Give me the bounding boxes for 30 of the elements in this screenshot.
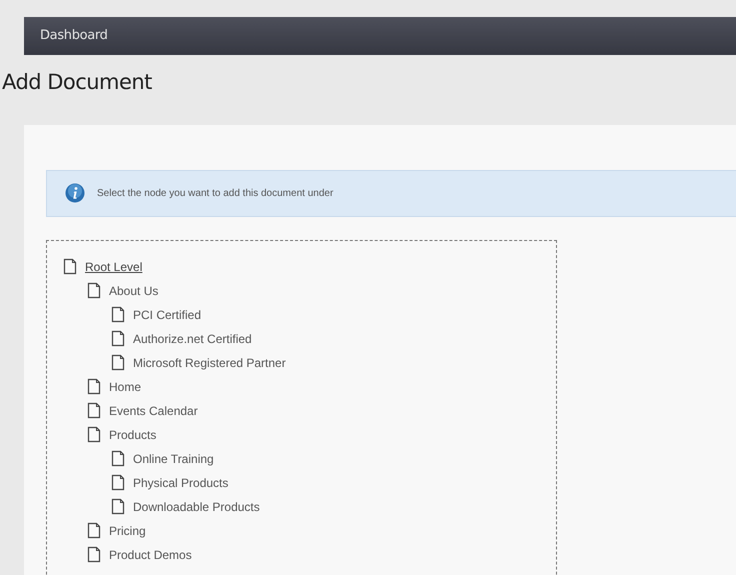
document-icon [87,546,101,563]
document-icon [87,522,101,539]
tree-node-link[interactable]: Downloadable Products [133,498,260,516]
document-icon [87,402,101,419]
info-message: Select the node you want to add this document under [97,186,334,200]
document-icon [111,306,125,323]
document-icon [87,426,101,443]
tree-node-link[interactable]: Root Level [85,258,142,276]
document-icon [111,474,125,491]
tree-node-link[interactable]: Microsoft Registered Partner [133,354,286,372]
info-icon [65,183,85,203]
tree-node-link[interactable]: Home [109,378,142,396]
tree-node-link[interactable]: Online Training [133,450,214,468]
tree-node-link[interactable]: Events Calendar [109,402,198,420]
nav-link[interactable]: Dashboard [40,26,108,46]
document-icon [111,330,125,347]
document-icon [87,378,101,395]
document-icon [87,282,101,299]
tree-node-link[interactable]: PCI Certified [133,306,202,324]
tree-node-link[interactable]: Products [109,426,156,444]
tree-node-link[interactable]: Pricing [109,522,146,540]
document-icon [111,450,125,467]
page-heading: Add Document [1,69,153,96]
document-icon [111,498,125,515]
document-icon [63,258,77,275]
tree-node-link[interactable]: Authorize.net Certified [133,330,252,348]
tree-node-link[interactable]: Product Demos [109,546,192,564]
document-icon [111,354,125,371]
tree-node-link[interactable]: Physical Products [133,474,228,492]
tree-node-link[interactable]: About Us [109,282,158,300]
